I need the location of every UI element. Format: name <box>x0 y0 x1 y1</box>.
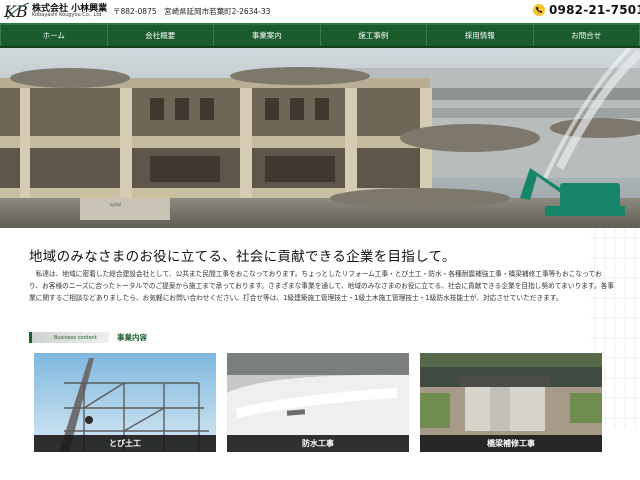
company-logo[interactable]: KB <box>3 1 31 21</box>
nav-item-recruit[interactable]: 採用情報 <box>427 25 534 46</box>
business-card-tobi[interactable]: とび土工 <box>34 353 216 452</box>
nav-item-contact[interactable]: お問合せ <box>534 25 640 46</box>
card-label-tobi: とび土工 <box>34 435 216 452</box>
hero-image-demolition: kpital <box>0 48 640 228</box>
intro-paragraph: 私達は、地域に密着した総合建設会社として、公共また民間工事をおこなっております。… <box>29 270 615 303</box>
site-header: KB 株式会社 小林興業 Kobayashi Kougyou Co., Ltd.… <box>0 0 640 23</box>
section-label-en: Business content <box>29 332 109 343</box>
page-tagline: 地域のみなさまのお役に立てる、社会に貢献できる企業を目指して。 <box>29 249 456 265</box>
business-section-heading: Business content 事業内容 <box>29 331 147 344</box>
company-name-roman: Kobayashi Kougyou Co., Ltd. <box>32 12 104 18</box>
phone-contact[interactable]: 0982-21-7501 <box>533 1 640 19</box>
company-address: 〒882-0875 宮崎県延岡市若葉町2-2634-33 <box>113 7 271 16</box>
business-card-bridge[interactable]: 橋梁補修工事 <box>420 353 602 452</box>
phone-icon <box>533 4 545 16</box>
main-navigation: ホーム 会社概要 事業案内 施工事例 採用情報 お問合せ <box>0 23 640 48</box>
nav-item-works[interactable]: 施工事例 <box>321 25 427 46</box>
svg-text:kpital: kpital <box>110 202 121 207</box>
business-card-waterproof[interactable]: 防水工事 <box>227 353 409 452</box>
section-label-ja: 事業内容 <box>117 333 147 342</box>
card-label-bridge: 橋梁補修工事 <box>420 435 602 452</box>
card-label-waterproof: 防水工事 <box>227 435 409 452</box>
nav-item-company[interactable]: 会社概要 <box>108 25 214 46</box>
phone-number: 0982-21-7501 <box>549 3 640 17</box>
nav-item-business[interactable]: 事業案内 <box>214 25 321 46</box>
nav-item-home[interactable]: ホーム <box>0 25 108 46</box>
